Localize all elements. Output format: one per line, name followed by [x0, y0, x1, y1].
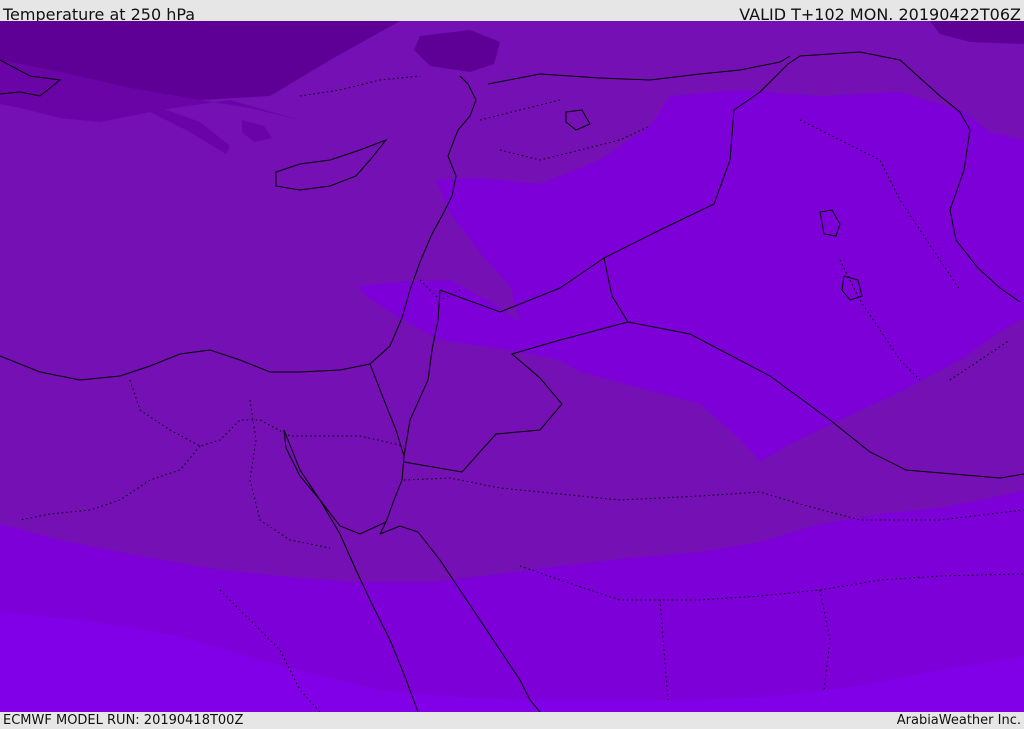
- temperature-map: [0, 21, 1024, 712]
- model-run: ECMWF MODEL RUN: 20190418T00Z: [3, 713, 244, 728]
- valid-time: VALID T+102 MON. 20190422T06Z: [739, 5, 1021, 21]
- map-svg: [0, 21, 1024, 712]
- map-footer: ECMWF MODEL RUN: 20190418T00Z ArabiaWeat…: [0, 712, 1024, 729]
- map-title: Temperature at 250 hPa: [3, 5, 196, 21]
- map-header: Temperature at 250 hPa VALID T+102 MON. …: [0, 0, 1024, 21]
- credit: ArabiaWeather Inc.: [896, 713, 1021, 728]
